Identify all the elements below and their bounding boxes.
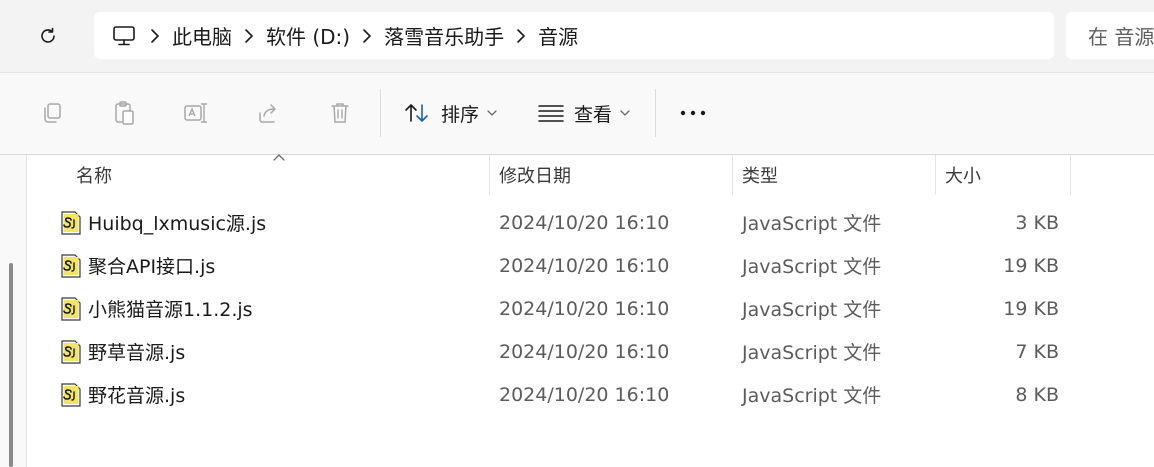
address-bar: 此电脑 软件 (D:) 落雪音乐助手 音源 在 音源 [0,0,1154,73]
sort-button[interactable]: 排序 [403,95,497,131]
paste-icon [115,101,134,125]
file-size: 8 KB [1015,383,1059,406]
column-header-size[interactable]: 大小 [945,155,981,195]
file-size: 3 KB [1015,211,1059,234]
file-name[interactable]: 小熊猫音源1.1.2.js [88,295,253,322]
column-divider[interactable] [935,155,936,195]
breadcrumb-item-current[interactable]: 音源 [538,21,578,50]
chevron-right-icon[interactable] [138,28,172,44]
file-size: 19 KB [1003,254,1059,277]
scrollbar-thumb[interactable] [9,263,13,467]
copy-button[interactable] [36,97,68,129]
chevron-right-icon[interactable] [504,28,538,44]
rename-icon [184,103,208,123]
file-name-cell: 野花音源.js [60,373,185,416]
chevron-right-icon[interactable] [232,28,266,44]
js-file-icon [60,296,82,321]
more-button[interactable] [677,97,709,129]
js-file-icon [60,382,82,407]
file-size: 19 KB [1003,297,1059,320]
file-type: JavaScript 文件 [742,256,882,278]
file-list: 名称 修改日期 类型 大小 Huibq_lxmusic源.js 2024/10/… [0,154,1154,467]
file-name-cell: 野草音源.js [60,330,185,373]
file-modified: 2024/10/20 16:10 [499,383,670,406]
column-divider[interactable] [489,155,490,195]
file-name-cell: 小熊猫音源1.1.2.js [60,287,253,330]
table-row[interactable]: 聚合API接口.js 2024/10/20 16:10 JavaScript 文… [26,244,1154,287]
file-modified: 2024/10/20 16:10 [499,254,670,277]
refresh-icon [41,27,55,43]
delete-icon [331,103,349,123]
file-name[interactable]: 聚合API接口.js [88,252,215,279]
command-bar: 排序 查看 [0,73,1154,155]
delete-button[interactable] [324,97,356,129]
breadcrumb-item-this-pc[interactable]: 此电脑 [172,21,232,50]
view-label: 查看 [574,103,613,126]
js-file-icon [60,339,82,364]
table-row[interactable]: 野草音源.js 2024/10/20 16:10 JavaScript 文件 7… [26,330,1154,373]
chevron-right-icon[interactable] [350,28,384,44]
column-divider[interactable] [1070,155,1071,195]
file-modified: 2024/10/20 16:10 [499,297,670,320]
view-button[interactable]: 查看 [538,95,630,131]
file-name-cell: Huibq_lxmusic源.js [60,201,266,244]
breadcrumb-item-app-folder[interactable]: 落雪音乐助手 [384,21,504,50]
share-icon [259,104,276,123]
breadcrumb-item-drive-d[interactable]: 软件 (D:) [266,21,350,50]
paste-button[interactable] [108,97,140,129]
file-size: 7 KB [1015,340,1059,363]
js-file-icon [60,210,82,235]
file-name[interactable]: 野花音源.js [88,381,185,408]
search-placeholder: 在 音源 [1088,25,1154,49]
breadcrumb[interactable]: 此电脑 软件 (D:) 落雪音乐助手 音源 [94,12,1054,59]
chevron-down-icon [487,110,497,116]
column-divider[interactable] [732,155,733,195]
sort-label: 排序 [441,103,480,126]
rename-button[interactable] [180,97,212,129]
view-icon [538,105,564,122]
js-file-icon [60,253,82,278]
file-modified: 2024/10/20 16:10 [499,211,670,234]
file-type: JavaScript 文件 [742,299,882,321]
chevron-down-icon [620,110,630,116]
computer-icon[interactable] [112,23,138,49]
toolbar-separator [655,89,656,137]
column-header-type[interactable]: 类型 [742,155,778,195]
toolbar-separator [380,89,381,137]
file-type: JavaScript 文件 [742,385,882,407]
table-row[interactable]: 小熊猫音源1.1.2.js 2024/10/20 16:10 JavaScrip… [26,287,1154,330]
file-type: JavaScript 文件 [742,213,882,235]
table-row[interactable]: 野花音源.js 2024/10/20 16:10 JavaScript 文件 8… [26,373,1154,416]
column-header-name[interactable]: 名称 [76,155,112,195]
scrollbar[interactable] [0,155,27,467]
file-name-cell: 聚合API接口.js [60,244,215,287]
sort-ascending-icon [273,154,285,161]
search-input[interactable]: 在 音源 [1066,12,1154,59]
column-header-modified[interactable]: 修改日期 [499,155,571,195]
sort-icon [405,104,428,122]
more-icon [680,110,706,116]
copy-icon [44,103,61,123]
file-modified: 2024/10/20 16:10 [499,340,670,363]
file-name[interactable]: 野草音源.js [88,338,185,365]
share-button[interactable] [252,97,284,129]
table-row[interactable]: Huibq_lxmusic源.js 2024/10/20 16:10 JavaS… [26,201,1154,244]
file-name[interactable]: Huibq_lxmusic源.js [88,209,266,236]
file-type: JavaScript 文件 [742,342,882,364]
refresh-button[interactable] [30,20,66,52]
